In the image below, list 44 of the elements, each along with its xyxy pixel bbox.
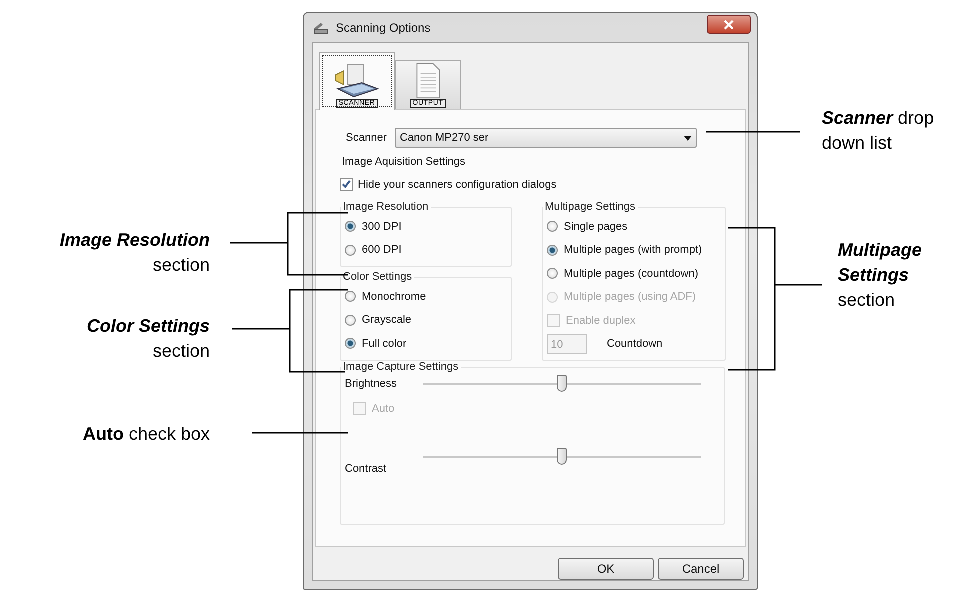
checkbox-label: Enable duplex <box>566 314 636 327</box>
radio-label: 600 DPI <box>362 244 402 256</box>
group-title: Image Resolution <box>342 201 430 213</box>
radio-button[interactable] <box>345 338 356 350</box>
radio-label: Multiple pages (with prompt) <box>564 244 702 256</box>
window-title: Scanning Options <box>336 20 432 34</box>
close-button[interactable] <box>707 15 751 34</box>
group-title: Multipage Settings <box>544 201 636 213</box>
radio-label: 300 DPI <box>362 220 402 233</box>
group-title: Color Settings <box>342 271 414 283</box>
slider-thumb[interactable] <box>557 448 567 464</box>
dialog-button[interactable]: Cancel <box>658 558 744 580</box>
slider-thumb[interactable] <box>557 375 567 392</box>
callout-label: Multipage Settings section <box>838 239 923 312</box>
callout-label: Auto check box <box>82 423 210 446</box>
radio-label: Monochrome <box>362 290 426 303</box>
radio-button[interactable] <box>345 291 356 302</box>
callout-label: Scanner drop down list <box>822 107 936 155</box>
checkbox[interactable] <box>340 178 353 191</box>
slider-label: Contrast <box>345 462 388 474</box>
callout-label: Color Settings section <box>86 315 210 363</box>
checkbox-label: Hide your scanners configuration dialogs <box>358 178 557 190</box>
callout-label: Image Resolution section <box>58 229 210 277</box>
radio-label: Grayscale <box>362 314 412 326</box>
radio-button[interactable] <box>345 221 356 232</box>
radio-button[interactable] <box>547 221 558 232</box>
radio-button[interactable] <box>345 244 356 256</box>
radio-button[interactable] <box>547 268 558 280</box>
close-icon <box>724 20 734 30</box>
radio-label: Multiple pages (using ADF) <box>564 291 696 304</box>
scanner-dropdown[interactable]: Canon MP270 ser <box>394 128 697 148</box>
group-title: Image Capture Settings <box>342 361 460 373</box>
radio-label: Multiple pages (countdown) <box>564 268 699 280</box>
section-title: Image Aquisition Settings <box>342 156 467 168</box>
countdown-label: Countdown <box>607 338 663 350</box>
radio-label: Single pages <box>564 220 628 233</box>
dialog-button[interactable]: OK <box>558 558 654 580</box>
scanner-label: Scanner <box>346 132 387 144</box>
slider-label: Brightness <box>345 378 398 390</box>
radio-label: Full color <box>362 338 407 350</box>
caret-icon <box>684 136 692 140</box>
checkbox-label: Auto <box>372 402 395 415</box>
radio-button[interactable] <box>345 314 356 326</box>
radio-button[interactable] <box>547 244 558 256</box>
